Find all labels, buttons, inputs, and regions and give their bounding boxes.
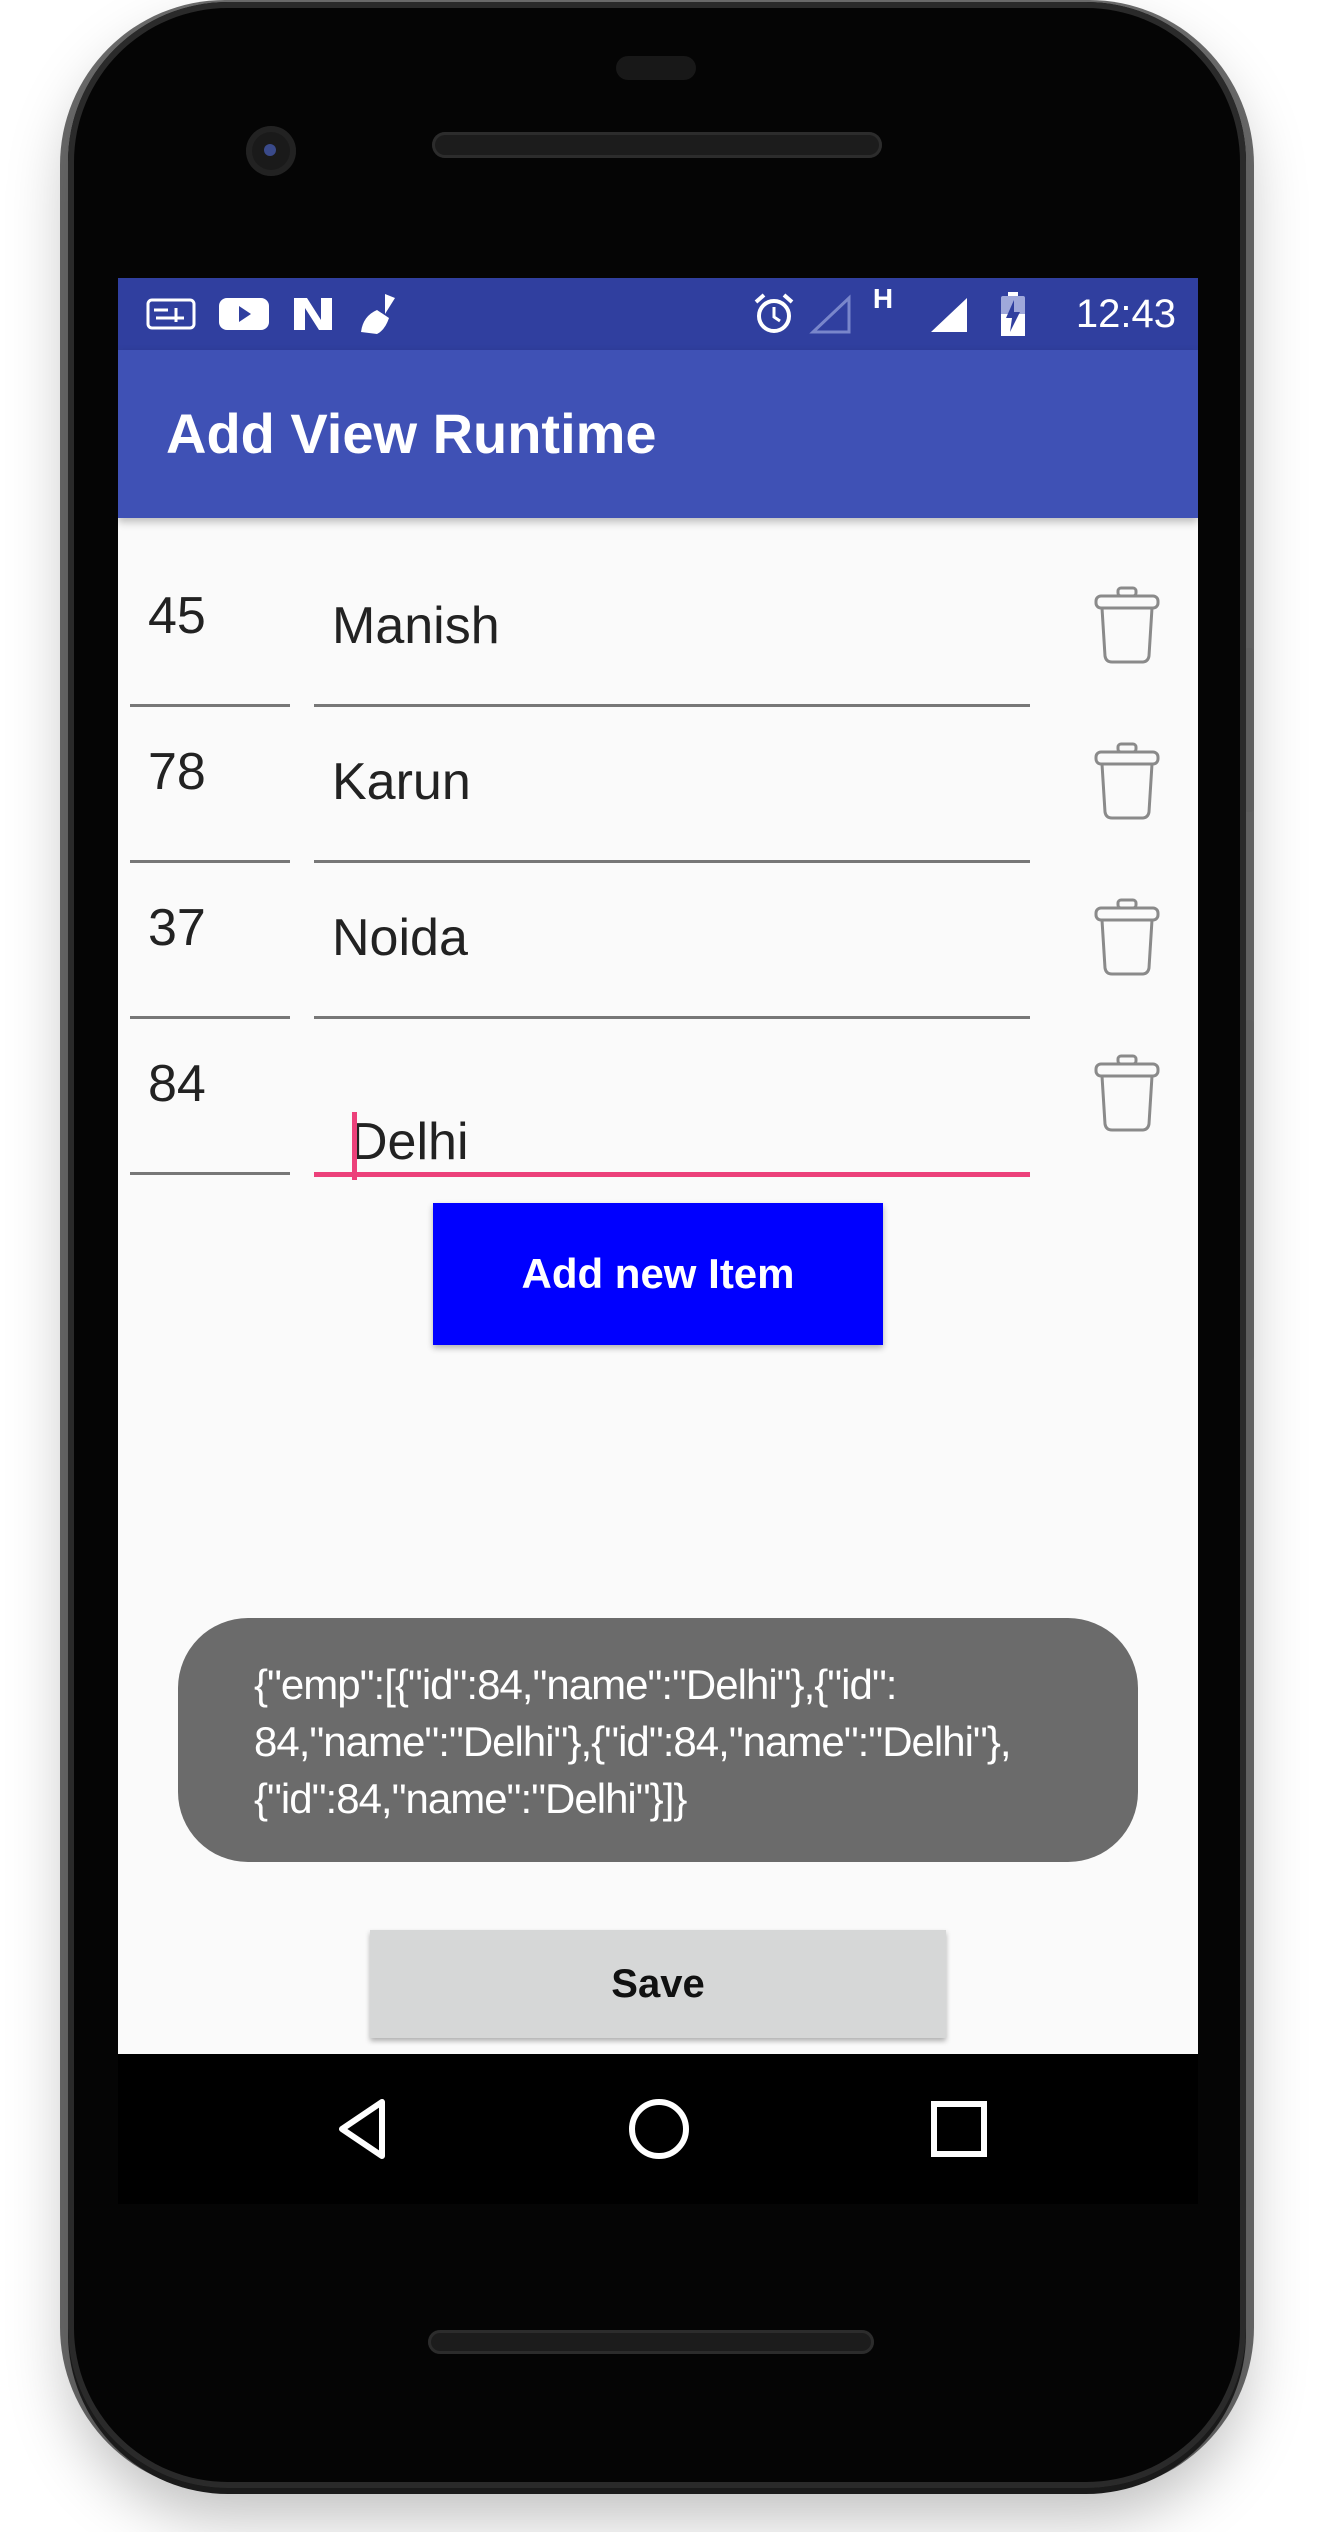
- back-icon[interactable]: [330, 2094, 400, 2164]
- delete-icon[interactable]: [1092, 742, 1162, 820]
- page-title: Add View Runtime: [166, 402, 657, 465]
- delete-icon[interactable]: [1092, 898, 1162, 976]
- name-value: Manish: [332, 597, 500, 655]
- save-button[interactable]: Save: [370, 1930, 946, 2038]
- front-camera: [246, 126, 296, 176]
- alarm-icon: [750, 292, 798, 336]
- id-field[interactable]: 78: [130, 704, 290, 863]
- recents-icon[interactable]: [924, 2094, 994, 2164]
- list-item: 84 Delhi: [118, 1016, 1198, 1180]
- h-network-icon: H: [872, 283, 894, 314]
- name-field[interactable]: Manish: [314, 548, 1030, 707]
- app-screen: H 12:43 Add View Runtime 45 Manish 78 Ka…: [118, 278, 1198, 2054]
- proximity-sensor: [616, 56, 696, 80]
- cleaner-broom-icon: [354, 292, 404, 336]
- navigation-bar: [118, 2054, 1198, 2204]
- add-new-item-button[interactable]: Add new Item: [433, 1203, 883, 1345]
- status-clock: 12:43: [1075, 292, 1176, 336]
- toast-line: {"emp":[{"id":84,"name":"Delhi"},{"id":: [254, 1661, 897, 1708]
- id-value: 45: [148, 587, 206, 645]
- id-value: 37: [148, 899, 206, 957]
- text-cursor: [352, 1112, 357, 1180]
- toast-message: {"emp":[{"id":84,"name":"Delhi"},{"id": …: [178, 1618, 1138, 1862]
- id-value: 84: [148, 1055, 206, 1113]
- id-field[interactable]: 37: [130, 860, 290, 1019]
- delete-icon[interactable]: [1092, 586, 1162, 664]
- cell-signal-icon: [926, 292, 972, 336]
- id-field[interactable]: 84: [130, 1016, 290, 1175]
- name-field[interactable]: Noida: [314, 860, 1030, 1019]
- toast-line: 84,"name":"Delhi"},{"id":84,"name":"Delh…: [254, 1718, 1012, 1765]
- id-field[interactable]: 45: [130, 548, 290, 707]
- delete-icon[interactable]: [1092, 1054, 1162, 1132]
- id-value: 78: [148, 743, 206, 801]
- earpiece-speaker: [432, 132, 882, 158]
- name-field[interactable]: Delhi: [314, 1016, 1030, 1180]
- n-icon: [290, 292, 336, 336]
- list-item: 45 Manish: [118, 548, 1198, 707]
- bottom-speaker: [428, 2330, 874, 2354]
- youtube-icon: [218, 292, 270, 336]
- aaj-tak-icon: [146, 292, 196, 336]
- name-value: Noida: [332, 909, 468, 967]
- app-bar: Add View Runtime: [118, 350, 1198, 518]
- name-value: Karun: [332, 753, 471, 811]
- list-item: 78 Karun: [118, 704, 1198, 863]
- wifi-signal-icon: [806, 292, 856, 336]
- home-icon[interactable]: [624, 2094, 694, 2164]
- toast-line: {"id":84,"name":"Delhi"}]}: [254, 1775, 687, 1822]
- list-item: 37 Noida: [118, 860, 1198, 1019]
- status-bar: H 12:43: [118, 278, 1198, 350]
- name-text: Delhi: [350, 1113, 469, 1171]
- battery-charging-icon: [998, 292, 1028, 336]
- name-field[interactable]: Karun: [314, 704, 1030, 863]
